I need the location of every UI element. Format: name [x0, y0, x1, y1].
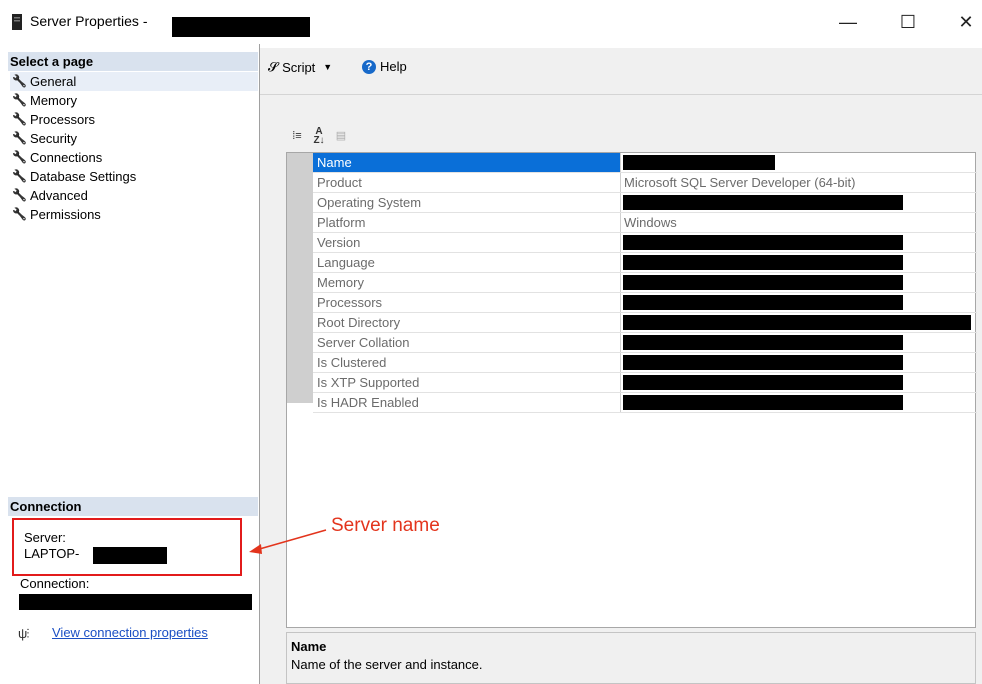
annotation-arrow: [249, 529, 327, 554]
annotation-text: Server name: [331, 515, 440, 536]
